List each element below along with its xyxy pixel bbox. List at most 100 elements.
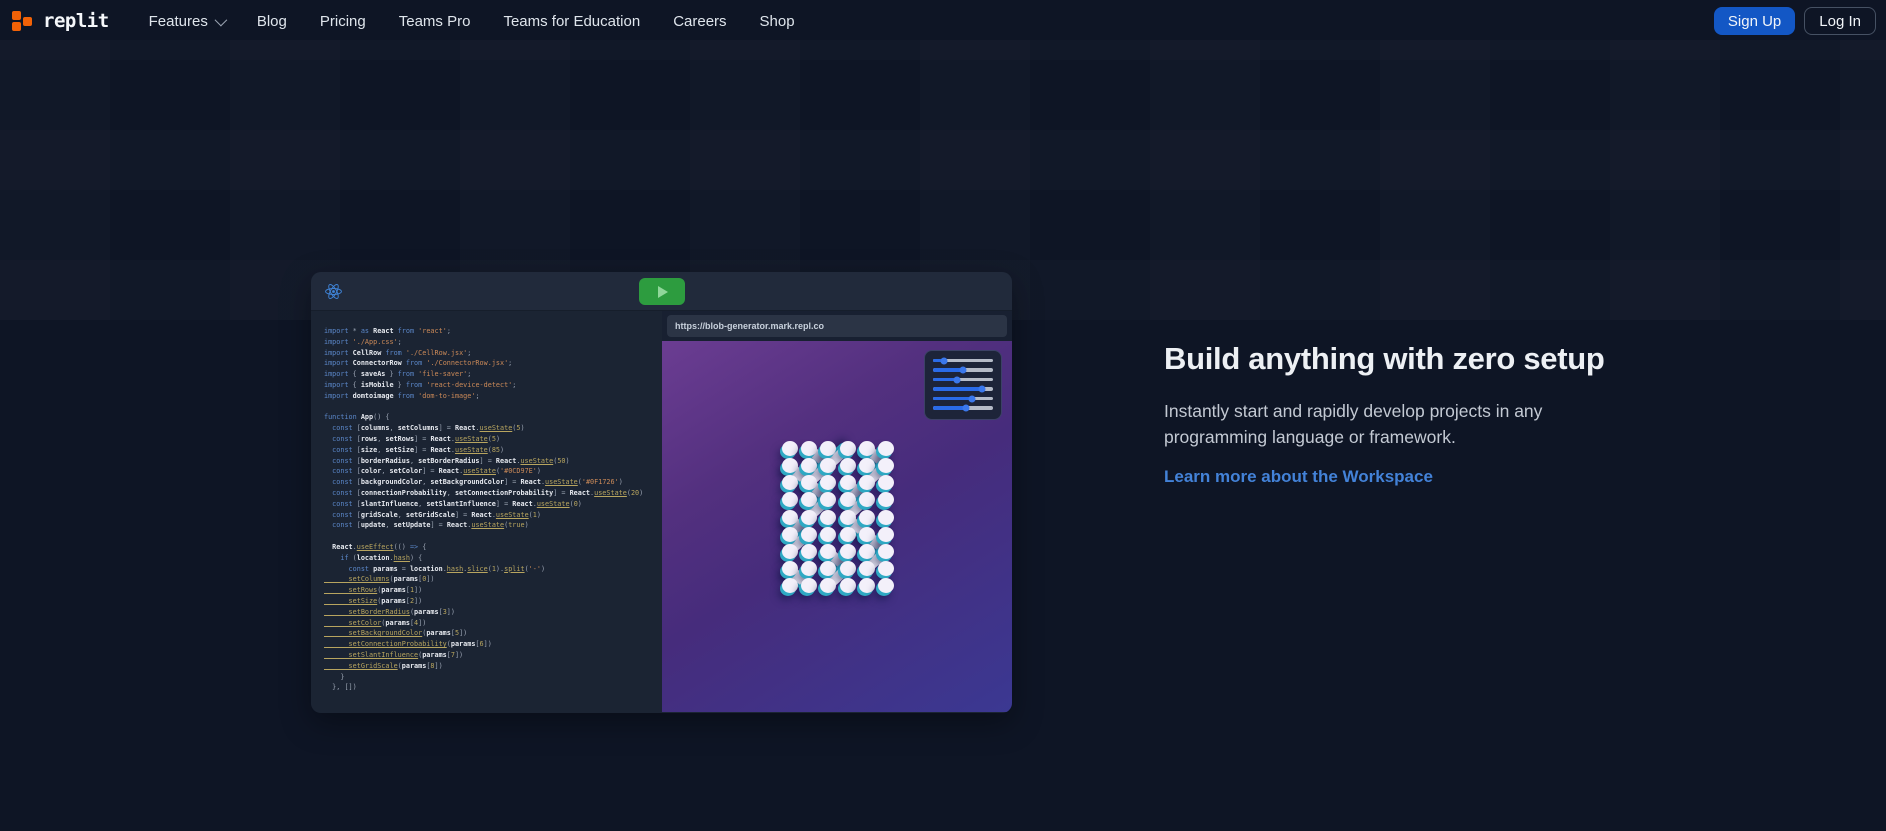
blob-dot [820, 510, 836, 525]
blob-dot [859, 441, 875, 456]
blob-dot [840, 510, 856, 525]
blob-dot [878, 544, 894, 559]
code-line: const [borderRadius, setBorderRadius] = … [324, 456, 656, 467]
blob-dot [801, 561, 817, 576]
url-field[interactable]: https://blob-generator.mark.repl.co [667, 315, 1007, 337]
blob-dot [840, 441, 856, 456]
nav-item-teams-for-education[interactable]: Teams for Education [503, 13, 640, 30]
code-line: import CellRow from './CellRow.jsx'; [324, 348, 656, 359]
slider-thumb[interactable] [963, 405, 970, 412]
code-line: const [color, setColor] = React.useState… [324, 466, 656, 477]
blob-dot [859, 578, 875, 593]
blob-dot [840, 544, 856, 559]
code-line: setBackgroundColor(params[5]) [324, 628, 656, 639]
blob-dot [820, 475, 836, 490]
blob-dot [820, 492, 836, 507]
log-in-button[interactable]: Log In [1804, 7, 1876, 35]
nav-item-teams-pro[interactable]: Teams Pro [399, 13, 471, 30]
play-icon [658, 286, 668, 298]
code-line: const [update, setUpdate] = React.useSta… [324, 520, 656, 531]
code-line: const [rows, setRows] = React.useState(5… [324, 434, 656, 445]
code-line: const [columns, setColumns] = React.useS… [324, 423, 656, 434]
blob-dot [782, 578, 798, 593]
run-button[interactable] [639, 278, 685, 305]
learn-more-link[interactable]: Learn more about the Workspace [1164, 467, 1433, 487]
blob-dot [859, 527, 875, 542]
replit-logo[interactable]: replit [12, 6, 109, 36]
slider-thumb[interactable] [954, 376, 961, 383]
top-nav: replit Features Blog Pricing Teams Pro Teams… [0, 0, 1886, 42]
blob-dot [878, 492, 894, 507]
blob-dot [782, 561, 798, 576]
nav-item-features[interactable]: Features [149, 13, 224, 30]
slider-thumb[interactable] [969, 395, 976, 402]
nav-list: Features Blog Pricing Teams Pro Teams for Ed… [149, 13, 795, 30]
blob-dot [859, 475, 875, 490]
slider-2[interactable] [933, 368, 993, 371]
nav-item-pricing[interactable]: Pricing [320, 13, 366, 30]
code-line: setSize(params[2]) [324, 596, 656, 607]
slider-thumb[interactable] [979, 386, 986, 393]
slider-3[interactable] [933, 378, 993, 381]
blob-dot [782, 544, 798, 559]
slider-5[interactable] [933, 397, 993, 400]
code-line: const params = location.hash.slice(1).sp… [324, 564, 656, 575]
code-line: }, []) [324, 682, 656, 693]
code-line: import domtoimage from 'dom-to-image'; [324, 391, 656, 402]
code-line: function App() { [324, 412, 656, 423]
code-line: const [size, setSize] = React.useState(8… [324, 445, 656, 456]
blob-dot [840, 578, 856, 593]
code-line [324, 402, 656, 413]
blob-dot [878, 458, 894, 473]
blob-dot [782, 441, 798, 456]
code-line: import ConnectorRow from './ConnectorRow… [324, 358, 656, 369]
slider-thumb[interactable] [940, 357, 947, 364]
blob-dot [878, 510, 894, 525]
blob-dot [878, 527, 894, 542]
blob-dot [820, 458, 836, 473]
replit-wordmark: replit [43, 10, 109, 32]
app-viewport [662, 341, 1012, 712]
chevron-down-icon [214, 13, 227, 26]
blob-dot [820, 578, 836, 593]
blob-dot [878, 441, 894, 456]
code-line: if (location.hash) { [324, 553, 656, 564]
code-line: const [backgroundColor, setBackgroundCol… [324, 477, 656, 488]
nav-item-label: Teams Pro [399, 13, 471, 30]
slider-4[interactable] [933, 387, 993, 390]
sign-up-button[interactable]: Sign Up [1714, 7, 1795, 35]
blob-dot [840, 475, 856, 490]
nav-item-blog[interactable]: Blog [257, 13, 287, 30]
preview-pane: https://blob-generator.mark.repl.co [662, 311, 1012, 712]
blob-dot [801, 441, 817, 456]
code-line: setColor(params[4]) [324, 618, 656, 629]
blob-dot [782, 492, 798, 507]
code-line: setColumns(params[0]) [324, 574, 656, 585]
blob-dot [782, 527, 798, 542]
replit-logo-icon [12, 6, 34, 36]
blob-dot [878, 561, 894, 576]
code-line: import * as React from 'react'; [324, 326, 656, 337]
code-line: setGridScale(params[8]) [324, 661, 656, 672]
nav-item-label: Pricing [320, 13, 366, 30]
slider-thumb[interactable] [960, 367, 967, 374]
window-body: import * as React from 'react';import '.… [311, 311, 1012, 712]
blob-dot [859, 492, 875, 507]
hero-text-block: Build anything with zero setup Instantly… [1164, 341, 1642, 487]
nav-item-label: Shop [760, 13, 795, 30]
slider-1[interactable] [933, 359, 993, 362]
nav-item-shop[interactable]: Shop [760, 13, 795, 30]
browser-url-bar: https://blob-generator.mark.repl.co [662, 311, 1012, 341]
slider-6[interactable] [933, 406, 993, 409]
code-editor[interactable]: import * as React from 'react';import '.… [311, 311, 662, 712]
url-text: https://blob-generator.mark.repl.co [675, 321, 824, 331]
react-icon [324, 282, 343, 301]
blob-dot [859, 561, 875, 576]
slider-controls-panel [924, 350, 1002, 420]
code-line: const [slantInfluence, setSlantInfluence… [324, 499, 656, 510]
nav-item-careers[interactable]: Careers [673, 13, 726, 30]
blob-dot [782, 458, 798, 473]
code-line: const [connectionProbability, setConnect… [324, 488, 656, 499]
nav-item-label: Blog [257, 13, 287, 30]
code-line [324, 531, 656, 542]
